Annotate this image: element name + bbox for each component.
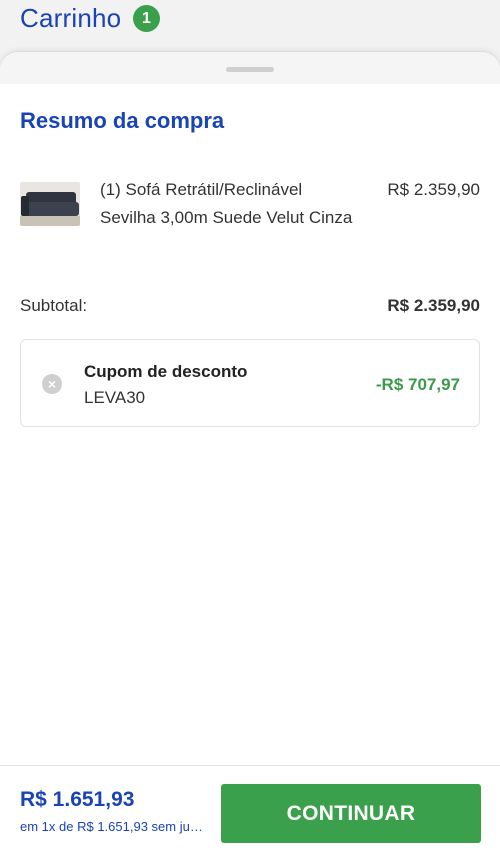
subtotal-value: R$ 2.359,90 bbox=[387, 296, 480, 315]
product-price: R$ 2.359,90 bbox=[387, 180, 480, 199]
coupon-code: LEVA30 bbox=[84, 388, 146, 407]
drag-handle[interactable] bbox=[226, 67, 274, 72]
coupon-title: Cupom de desconto bbox=[84, 362, 248, 381]
total-price: R$ 1.651,93 bbox=[20, 788, 135, 811]
installments-text: em 1x de R$ 1.651,93 sem juros bbox=[20, 819, 205, 834]
close-icon[interactable]: × bbox=[42, 374, 62, 394]
checkout-bar: R$ 1.651,93 em 1x de R$ 1.651,93 sem jur… bbox=[0, 765, 500, 863]
summary-title: Resumo da compra bbox=[20, 108, 225, 133]
purchase-summary-sheet: Resumo da compra (1) Sofá Retrátil/Recli… bbox=[0, 52, 500, 863]
page-title: Carrinho bbox=[20, 3, 122, 33]
subtotal-label: Subtotal: bbox=[20, 296, 88, 315]
sofa-image bbox=[20, 182, 80, 226]
sheet-header bbox=[0, 52, 500, 84]
product-name: (1) Sofá Retrátil/Reclinável Sevilha 3,0… bbox=[100, 180, 353, 227]
continue-button[interactable]: CONTINUAR bbox=[221, 784, 481, 843]
coupon-discount: -R$ 707,97 bbox=[375, 375, 460, 394]
coupon-card: × Cupom de desconto LEVA30 -R$ 707,97 bbox=[20, 339, 480, 427]
cart-item: (1) Sofá Retrátil/Reclinável Sevilha 3,0… bbox=[20, 172, 480, 232]
top-bar: Carrinho 1 bbox=[0, 0, 500, 52]
cart-count-badge: 1 bbox=[133, 5, 160, 32]
